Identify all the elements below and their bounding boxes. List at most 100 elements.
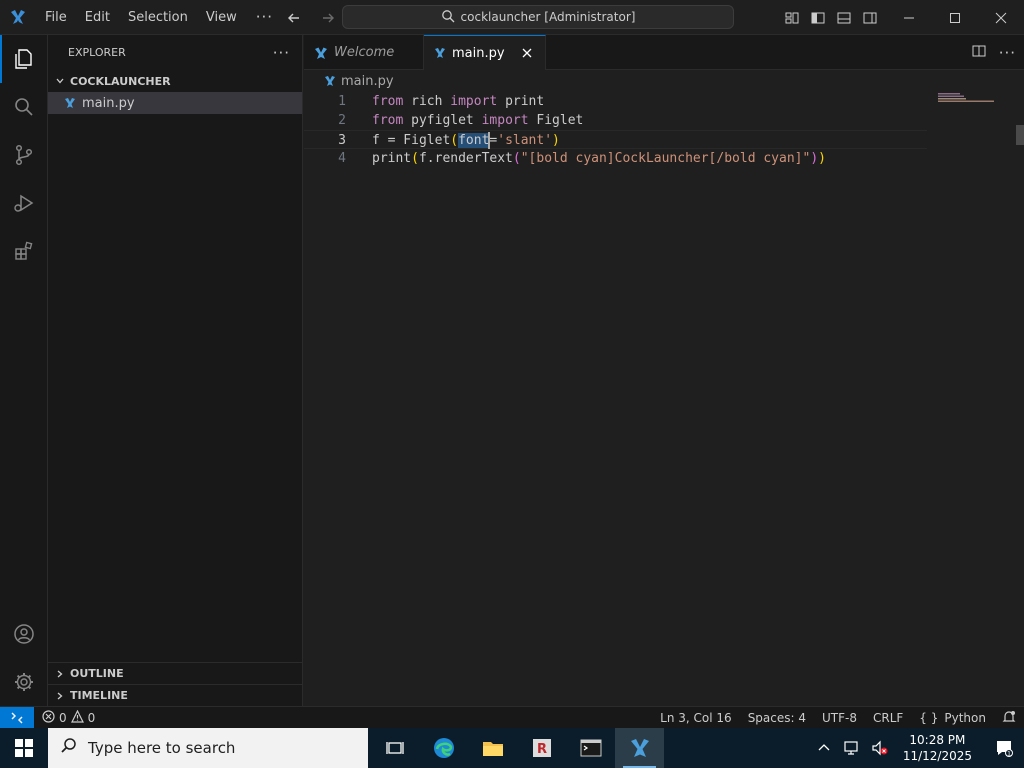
chevron-right-icon bbox=[52, 669, 68, 679]
language-mode[interactable]: { } Python bbox=[919, 711, 986, 725]
task-view-icon[interactable] bbox=[370, 728, 419, 768]
sidebar-more-icon[interactable]: ··· bbox=[273, 44, 290, 62]
minimize-button[interactable] bbox=[886, 0, 932, 35]
roblox-icon[interactable]: R bbox=[517, 728, 566, 768]
sidebar-title: EXPLORER bbox=[68, 46, 126, 59]
maximize-button[interactable] bbox=[932, 0, 978, 35]
warning-icon bbox=[70, 709, 84, 726]
windows-taskbar: Type here to search R 10:28 PM 11/12/202… bbox=[0, 728, 1024, 768]
notifications-bell-icon[interactable] bbox=[1002, 710, 1016, 727]
selected-text: font bbox=[458, 133, 490, 148]
code-line: 1 from rich import print bbox=[304, 92, 1004, 111]
tab-welcome[interactable]: Welcome bbox=[304, 35, 424, 70]
editor-area: Welcome main.py ··· main.py 1 from rich … bbox=[304, 35, 1024, 706]
customize-layout-icon[interactable] bbox=[782, 8, 802, 28]
python-file-icon bbox=[64, 97, 76, 109]
editor-more-icon[interactable]: ··· bbox=[999, 44, 1016, 62]
close-tab-icon[interactable] bbox=[519, 45, 535, 61]
line-number: 3 bbox=[338, 133, 346, 148]
line-endings[interactable]: CRLF bbox=[873, 711, 903, 725]
vscode-taskbar-icon[interactable] bbox=[615, 728, 664, 768]
tab-label: Welcome bbox=[334, 45, 395, 60]
tab-label: main.py bbox=[452, 45, 505, 61]
braces-icon: { } bbox=[919, 711, 939, 725]
code-editor[interactable]: 1 from rich import print 2 from pyfiglet… bbox=[304, 92, 1004, 168]
action-center-icon[interactable]: 1 bbox=[984, 728, 1024, 768]
breadcrumb[interactable]: main.py bbox=[304, 70, 1024, 92]
code-line-current: 3 f = Figlet(font='slant') bbox=[304, 130, 927, 149]
extensions-icon[interactable] bbox=[0, 227, 48, 275]
line-number: 2 bbox=[338, 113, 346, 128]
chevron-up-icon[interactable] bbox=[813, 728, 835, 768]
chevron-right-icon bbox=[52, 691, 68, 701]
breadcrumb-file: main.py bbox=[341, 73, 394, 89]
editor-tabs: Welcome main.py ··· bbox=[304, 35, 1024, 70]
svg-text:R: R bbox=[536, 742, 546, 757]
accounts-icon[interactable] bbox=[0, 610, 48, 658]
forward-arrow-icon[interactable] bbox=[316, 6, 340, 30]
folder-section[interactable]: COCKLAUNCHER bbox=[48, 70, 302, 92]
source-control-icon[interactable] bbox=[0, 131, 48, 179]
svg-text:1: 1 bbox=[1007, 751, 1011, 758]
run-debug-icon[interactable] bbox=[0, 179, 48, 227]
taskbar-search[interactable]: Type here to search bbox=[48, 728, 368, 768]
explorer-icon[interactable] bbox=[0, 35, 48, 83]
terminal-icon[interactable] bbox=[566, 728, 615, 768]
edge-browser-icon[interactable] bbox=[419, 728, 468, 768]
remote-indicator-icon[interactable] bbox=[0, 706, 34, 729]
back-arrow-icon[interactable] bbox=[282, 6, 306, 30]
taskbar-clock[interactable]: 10:28 PM 11/12/2025 bbox=[897, 732, 978, 764]
warning-count: 0 bbox=[87, 710, 96, 725]
title-bar: File Edit Selection View ··· cocklaunche… bbox=[0, 0, 1024, 35]
file-label: main.py bbox=[82, 95, 135, 111]
code-line: 2 from pyfiglet import Figlet bbox=[304, 111, 1004, 130]
toggle-primary-sidebar-icon[interactable] bbox=[808, 8, 828, 28]
minimap[interactable] bbox=[936, 92, 996, 104]
volume-muted-icon[interactable] bbox=[869, 728, 891, 768]
clock-date: 11/12/2025 bbox=[902, 749, 972, 763]
toggle-secondary-sidebar-icon[interactable] bbox=[860, 8, 880, 28]
cursor-position[interactable]: Ln 3, Col 16 bbox=[660, 711, 732, 725]
menu-selection[interactable]: Selection bbox=[119, 0, 197, 35]
problems-indicator[interactable]: 0 0 bbox=[34, 709, 96, 726]
vscode-logo-icon bbox=[0, 0, 36, 35]
encoding[interactable]: UTF-8 bbox=[822, 711, 857, 725]
indentation[interactable]: Spaces: 4 bbox=[748, 711, 806, 725]
search-placeholder: Type here to search bbox=[88, 739, 236, 757]
file-explorer-icon[interactable] bbox=[468, 728, 517, 768]
menu-file[interactable]: File bbox=[36, 0, 76, 35]
explorer-sidebar: EXPLORER ··· COCKLAUNCHER main.py OUTLIN… bbox=[48, 35, 303, 706]
manage-gear-icon[interactable] bbox=[0, 658, 48, 706]
tab-main-py[interactable]: main.py bbox=[424, 35, 546, 70]
python-file-icon bbox=[324, 75, 336, 87]
menu-view[interactable]: View bbox=[197, 0, 246, 35]
windows-start-icon[interactable] bbox=[0, 728, 48, 768]
line-number: 4 bbox=[338, 151, 346, 166]
outline-label: OUTLINE bbox=[70, 667, 124, 680]
clock-time: 10:28 PM bbox=[909, 733, 966, 747]
command-center-label: cocklauncher [Administrator] bbox=[460, 10, 636, 24]
vertical-scrollbar[interactable] bbox=[1016, 125, 1024, 145]
menu-edit[interactable]: Edit bbox=[76, 0, 119, 35]
menu-more-icon[interactable]: ··· bbox=[246, 0, 283, 35]
command-center[interactable]: cocklauncher [Administrator] bbox=[342, 5, 734, 29]
network-icon[interactable] bbox=[841, 728, 863, 768]
file-item-main-py[interactable]: main.py bbox=[48, 92, 302, 114]
timeline-section[interactable]: TIMELINE bbox=[48, 684, 302, 706]
language-label: Python bbox=[944, 711, 986, 725]
python-file-icon bbox=[434, 47, 446, 59]
system-tray: 10:28 PM 11/12/2025 1 bbox=[813, 728, 1024, 768]
search-view-icon[interactable] bbox=[0, 83, 48, 131]
chevron-down-icon bbox=[52, 76, 68, 86]
menu-bar: File Edit Selection View ··· bbox=[36, 0, 283, 35]
outline-section[interactable]: OUTLINE bbox=[48, 662, 302, 684]
toggle-panel-icon[interactable] bbox=[834, 8, 854, 28]
line-number: 1 bbox=[338, 94, 346, 109]
status-bar: 0 0 Ln 3, Col 16 Spaces: 4 UTF-8 CRLF { … bbox=[0, 706, 1024, 729]
code-line: 4 print(f.renderText("[bold cyan]CockLau… bbox=[304, 149, 1004, 168]
split-editor-icon[interactable] bbox=[971, 43, 987, 63]
close-window-button[interactable] bbox=[978, 0, 1024, 35]
search-icon bbox=[441, 9, 455, 26]
search-icon bbox=[60, 737, 78, 759]
timeline-label: TIMELINE bbox=[70, 689, 128, 702]
